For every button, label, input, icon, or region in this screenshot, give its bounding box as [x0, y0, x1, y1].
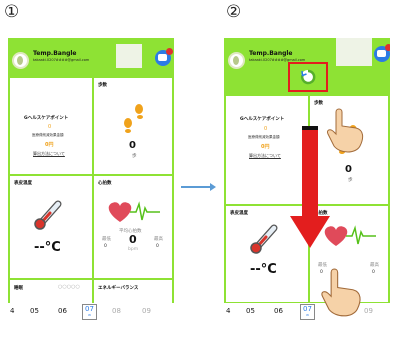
min-value: 0 [104, 244, 107, 249]
hand-pointer-start-icon [327, 108, 364, 153]
heart-rate-unit: bpm [128, 247, 139, 252]
sleep-dots: ○○○○○ [58, 284, 80, 290]
user-email: takaaki.0207####@gmail.com [33, 58, 90, 62]
date-item-selected[interactable]: 07 W [300, 304, 315, 320]
max-value: 0 [372, 270, 375, 275]
energy-title: エネルギーバランス [98, 286, 139, 291]
date-item[interactable]: 06 [274, 307, 283, 315]
message-icon[interactable] [374, 44, 390, 62]
date-item[interactable]: 4 [10, 307, 14, 315]
heart-rate-title: 心拍数 [98, 181, 112, 186]
steps-value: 0 [345, 164, 352, 175]
steps-value: 0 [129, 140, 136, 151]
min-label: 最低 [102, 237, 111, 242]
date-item-selected-sub: W [87, 313, 91, 317]
max-label: 最高 [370, 263, 379, 268]
date-item[interactable]: 05 [246, 307, 255, 315]
steps-unit: 歩 [132, 154, 137, 159]
date-item-selected[interactable]: 07 W [82, 304, 97, 320]
step-label-two: ② [226, 2, 242, 22]
medical-saving-value: 0円 [261, 144, 270, 150]
healthcare-point-title: Gヘルスケアポイント [24, 116, 69, 121]
date-item[interactable]: 4 [226, 307, 230, 315]
notification-badge [385, 44, 390, 51]
date-selector: 4 05 06 07W 08 09 [8, 303, 174, 323]
profile-image-placeholder [116, 44, 142, 68]
heart-pulse-icon [108, 201, 160, 222]
calculation-method-link[interactable]: 算出方法について [249, 153, 281, 159]
date-item[interactable]: 08 [112, 307, 121, 315]
transition-arrow [181, 183, 216, 191]
date-item[interactable]: 09 [364, 307, 373, 315]
step-label-one: ① [4, 2, 20, 22]
date-item-selected-sub: W [305, 313, 309, 317]
sleep-title: 睡眠 [14, 286, 23, 291]
steps-card[interactable]: 歩数 0 歩 [94, 78, 172, 174]
notification-badge [166, 48, 173, 55]
date-item[interactable]: 06 [58, 307, 67, 315]
phone-screen-before: Temp.Bangle takaaki.0207####@gmail.com G… [8, 38, 174, 323]
healthcare-point-card[interactable]: Gヘルスケアポイント 0 医療費削減効果金額 0円 算出方法について [10, 78, 92, 174]
healthcare-point-value: 0 [264, 126, 268, 132]
user-name: Temp.Bangle [249, 50, 293, 57]
date-item[interactable]: 05 [30, 307, 39, 315]
heart-rate-card[interactable]: 心拍数 平均心拍数 最低 0 最高 0 bpm 0 [94, 176, 172, 278]
healthcare-point-title: Gヘルスケアポイント [240, 117, 285, 122]
temperature-value: --°C [34, 240, 61, 255]
avatar[interactable] [12, 52, 29, 69]
temperature-value: --°C [250, 262, 277, 277]
heart-pulse-icon [324, 225, 376, 246]
refresh-highlight-box [288, 62, 328, 92]
medical-saving-value: 0円 [45, 142, 54, 148]
skin-temperature-card[interactable]: 表皮温度 --°C [10, 176, 92, 278]
steps-title: 歩数 [98, 83, 107, 88]
medical-saving-label: 医療費削減効果金額 [32, 133, 64, 137]
steps-unit: 歩 [348, 178, 353, 183]
app-header: Temp.Bangle takaaki.0207####@gmail.com [224, 38, 390, 94]
thermometer-icon [250, 224, 278, 254]
user-name: Temp.Bangle [33, 50, 77, 57]
app-header: Temp.Bangle takaaki.0207####@gmail.com [8, 38, 174, 76]
footprints-icon [124, 104, 143, 133]
pull-down-arrow [290, 126, 330, 248]
refresh-spinner-icon [300, 69, 316, 85]
phone-screen-after: Temp.Bangle takaaki.0207####@gmail.com G… [224, 38, 390, 323]
avatar[interactable] [228, 52, 245, 69]
thermometer-icon [34, 200, 62, 230]
temperature-title: 表皮温度 [14, 181, 32, 186]
calculation-method-link[interactable]: 算出方法について [33, 151, 65, 157]
max-value: 0 [156, 244, 159, 249]
healthcare-point-value: 0 [48, 124, 52, 130]
temperature-title: 表皮温度 [230, 211, 248, 216]
message-icon[interactable] [155, 48, 173, 66]
hand-pointer-end-icon [321, 268, 361, 317]
medical-saving-label: 医療費削減効果金額 [248, 135, 280, 139]
date-item[interactable]: 09 [142, 307, 151, 315]
profile-image-placeholder [336, 38, 372, 66]
max-label: 最高 [154, 237, 163, 242]
date-item-selected-label: 07 [303, 305, 312, 313]
avg-heart-rate-value: 0 [129, 233, 137, 246]
date-item-selected-label: 07 [85, 305, 94, 313]
steps-title: 歩数 [314, 101, 323, 106]
date-selector: 4 05 06 07W 08 09 [224, 303, 390, 323]
